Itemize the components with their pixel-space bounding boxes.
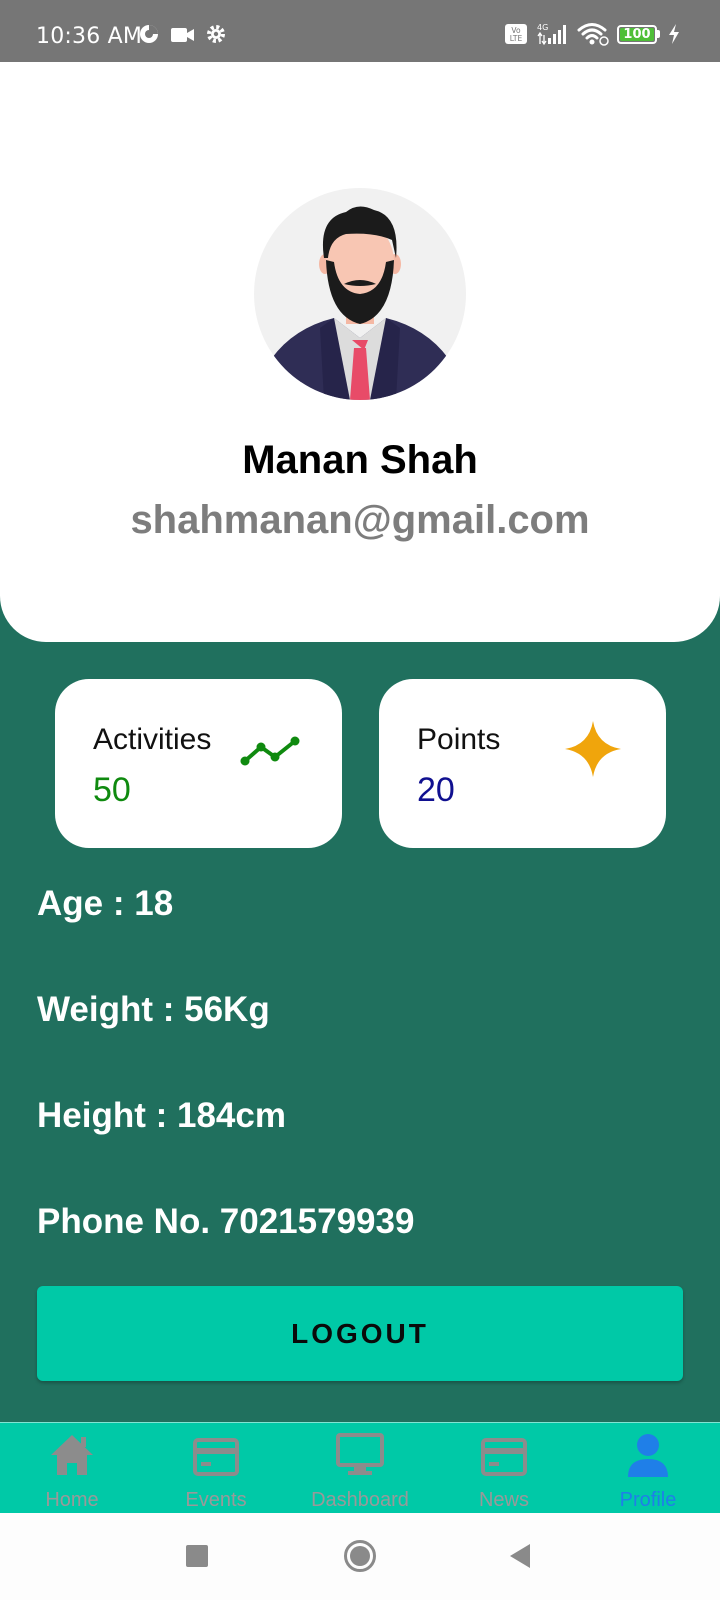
nav-label-home: Home bbox=[45, 1489, 99, 1511]
sparkle-star-icon bbox=[565, 721, 621, 777]
gear-icon bbox=[207, 25, 225, 43]
recents-button[interactable] bbox=[186, 1545, 208, 1567]
points-value: 20 bbox=[417, 771, 455, 809]
activities-value: 50 bbox=[93, 771, 131, 809]
profile-name: Manan Shah bbox=[242, 438, 478, 482]
battery-icon: 100 bbox=[617, 24, 660, 44]
card-icon bbox=[193, 1438, 239, 1476]
home-icon bbox=[51, 1435, 93, 1475]
user-avatar-illustration bbox=[272, 206, 448, 400]
phone-text: Phone No. 7021579939 bbox=[37, 1202, 415, 1241]
svg-text:LTE: LTE bbox=[510, 34, 523, 43]
height-text: Height : 184cm bbox=[37, 1096, 286, 1135]
weight-text: Weight : 56Kg bbox=[37, 990, 270, 1029]
activities-card[interactable]: Activities 50 bbox=[55, 679, 342, 848]
bottom-nav: Home Events Dashboard News Profile bbox=[0, 1422, 720, 1513]
system-nav-bar bbox=[0, 1513, 720, 1600]
charging-icon bbox=[669, 24, 679, 44]
profile-card: Manan Shah shahmanan@gmail.com bbox=[0, 62, 720, 642]
status-bar: 10:36 AM Vo LTE 4G 100 bbox=[0, 0, 720, 62]
video-camera-icon bbox=[171, 28, 194, 42]
user-avatar[interactable] bbox=[254, 188, 466, 400]
nav-label-dashboard: Dashboard bbox=[311, 1489, 409, 1511]
nav-item-events[interactable]: Events bbox=[144, 1423, 288, 1514]
nav-item-home[interactable]: Home bbox=[0, 1423, 144, 1514]
battery-level: 100 bbox=[623, 26, 651, 42]
svg-text:4G: 4G bbox=[537, 23, 548, 32]
activities-label: Activities bbox=[93, 723, 212, 756]
nav-label-events: Events bbox=[185, 1489, 247, 1511]
points-label: Points bbox=[417, 723, 501, 756]
nav-label-profile: Profile bbox=[619, 1489, 677, 1511]
nav-item-profile[interactable]: Profile bbox=[576, 1423, 720, 1514]
person-icon bbox=[628, 1434, 668, 1477]
data-saver-icon bbox=[140, 25, 158, 43]
wifi-icon bbox=[577, 23, 609, 46]
4g-signal-icon: 4G bbox=[537, 23, 566, 46]
nav-label-news: News bbox=[478, 1489, 529, 1511]
logout-button[interactable]: LOGOUT bbox=[37, 1286, 683, 1381]
nav-item-dashboard[interactable]: Dashboard bbox=[288, 1423, 432, 1514]
monitor-icon bbox=[336, 1433, 384, 1475]
volte-icon: Vo LTE bbox=[505, 24, 527, 44]
back-button[interactable] bbox=[508, 1543, 532, 1569]
status-time: 10:36 AM bbox=[36, 24, 143, 49]
points-card[interactable]: Points 20 bbox=[379, 679, 666, 848]
trending-line-icon bbox=[240, 736, 300, 766]
home-button[interactable] bbox=[343, 1539, 377, 1573]
card-icon bbox=[481, 1438, 527, 1476]
profile-email: shahmanan@gmail.com bbox=[130, 498, 590, 542]
nav-item-news[interactable]: News bbox=[432, 1423, 576, 1514]
age-text: Age : 18 bbox=[37, 884, 174, 923]
